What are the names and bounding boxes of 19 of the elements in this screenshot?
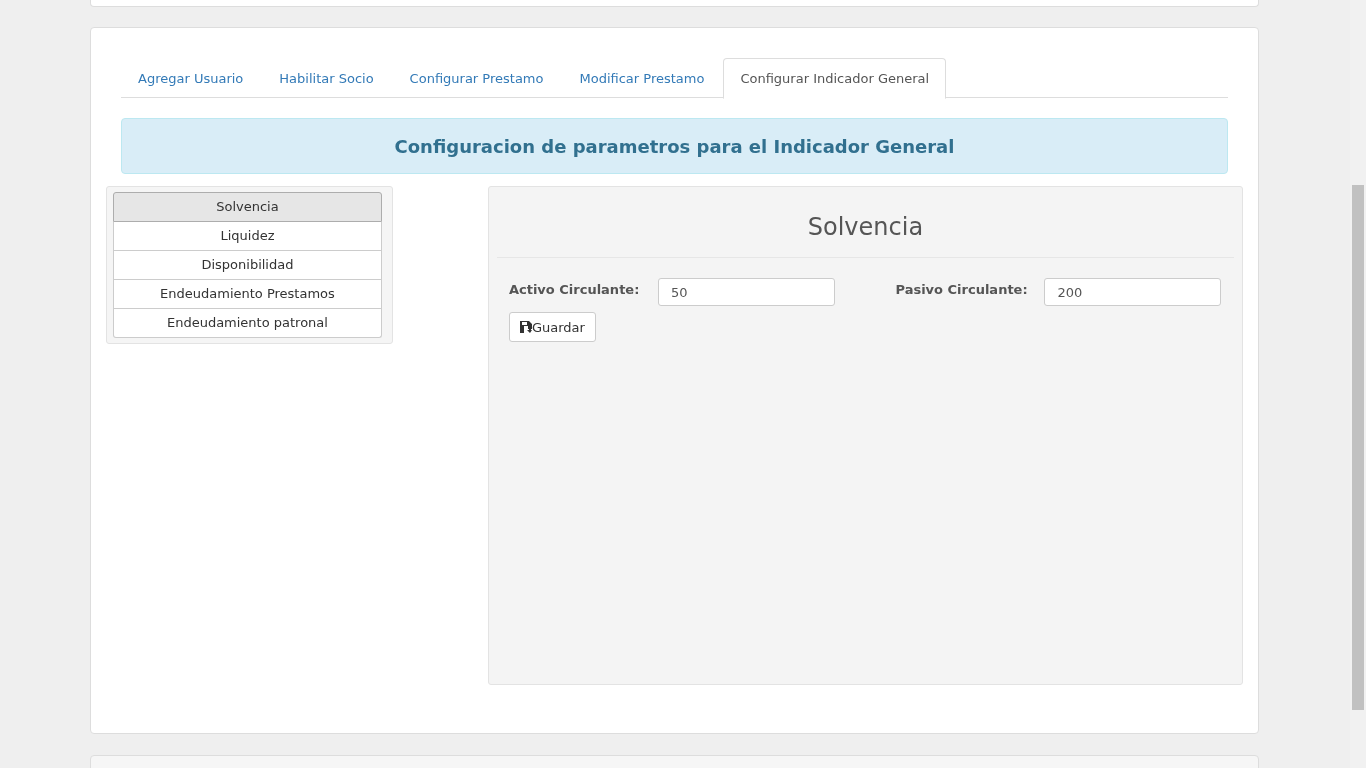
field-label: Pasivo Circulante: <box>895 281 1029 299</box>
list-item[interactable]: Liquidez <box>113 222 382 251</box>
save-icon <box>519 321 532 333</box>
banner-heading: Configuracion de parametros para el Indicador General <box>121 118 1228 174</box>
scrollbar-thumb[interactable] <box>1352 185 1364 710</box>
tab[interactable]: Configurar Prestamo <box>392 58 561 99</box>
tab[interactable]: Habilitar Socio <box>262 58 391 99</box>
form-title: Solvencia <box>806 212 925 242</box>
input-field[interactable]: 50 <box>657 278 835 306</box>
list-item[interactable]: Endeudamiento Prestamos <box>113 280 382 309</box>
tab[interactable]: Configurar Indicador General <box>723 58 947 99</box>
tab[interactable]: Agregar Usuario <box>121 58 261 99</box>
list-item[interactable]: Disponibilidad <box>113 251 382 280</box>
input-field[interactable]: 200 <box>1044 278 1222 306</box>
field-label: Activo Circulante: <box>508 281 641 299</box>
list-item[interactable]: Endeudamiento patronal <box>113 309 382 338</box>
list-item[interactable]: Solvencia <box>113 192 382 222</box>
save-button[interactable]: Guardar <box>508 312 596 342</box>
tab[interactable]: Modificar Prestamo <box>562 58 722 99</box>
